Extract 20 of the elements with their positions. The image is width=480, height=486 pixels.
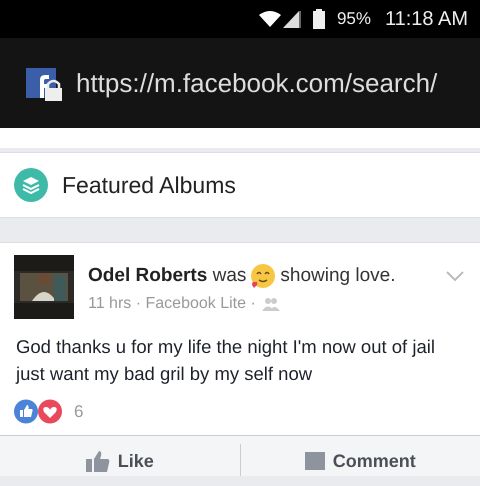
status-word: was xyxy=(212,265,246,286)
friends-icon xyxy=(262,297,280,311)
featured-albums-item[interactable]: Featured Albums xyxy=(0,152,480,218)
emoji-icon xyxy=(250,263,276,289)
post-meta: 11 hrs · Facebook Lite · xyxy=(88,295,256,313)
chevron-down-icon[interactable] xyxy=(446,271,464,281)
status-text: showing love. xyxy=(280,265,396,287)
author-name[interactable]: Odel Roberts xyxy=(88,265,208,286)
wifi-icon xyxy=(258,11,281,27)
like-button[interactable]: Like xyxy=(0,436,240,476)
thumbs-up-icon xyxy=(86,450,110,472)
comment-button[interactable]: Comment xyxy=(240,444,480,476)
battery-percent: 95% xyxy=(336,9,371,29)
battery-icon xyxy=(312,9,325,29)
comment-icon xyxy=(304,452,325,470)
post-text: God thanks u for my life the night I'm now out of jail just want my bad gril by my self now xyxy=(16,335,436,386)
reactions-icon xyxy=(14,399,64,424)
clock-time: 11:18 AM xyxy=(384,8,468,30)
layers-icon xyxy=(14,168,48,202)
signal-icon xyxy=(282,10,301,28)
